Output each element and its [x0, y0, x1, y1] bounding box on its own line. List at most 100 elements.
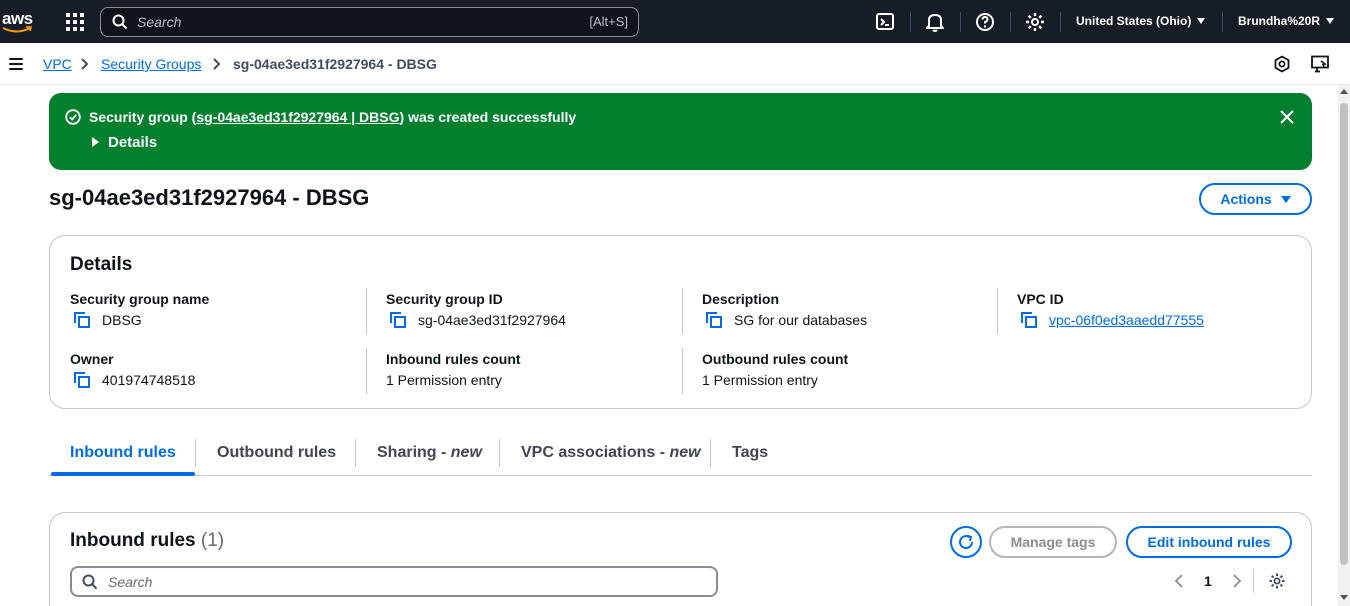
refresh-icon: [959, 534, 974, 550]
inbound-rules-title: Inbound rules: [70, 530, 196, 551]
cloudshell-icon[interactable]: [875, 11, 897, 33]
field-value: 401974748518: [102, 372, 196, 388]
help-icon[interactable]: [974, 11, 996, 33]
copy-icon[interactable]: [706, 312, 722, 328]
nav-divider: [960, 12, 961, 32]
caret-down-icon: [1280, 195, 1291, 203]
field-label: Security group name: [70, 291, 210, 307]
region-label: United States (Ohio): [1076, 14, 1192, 28]
actions-button-label: Actions: [1220, 191, 1272, 207]
column-divider: [366, 348, 367, 394]
new-badge: new: [669, 444, 701, 461]
gear-icon[interactable]: [1268, 572, 1286, 590]
field-label: VPC ID: [1017, 291, 1064, 307]
copy-icon[interactable]: [390, 312, 406, 328]
flash-message-prefix: Security group (: [89, 109, 197, 125]
actions-button[interactable]: Actions: [1199, 183, 1312, 215]
field-label: Inbound rules count: [386, 351, 521, 367]
details-heading: Details: [70, 254, 133, 275]
pager-divider: [1253, 569, 1254, 593]
hexagon-settings-icon[interactable]: [1273, 55, 1291, 73]
tab-sharing-label: Sharing -: [377, 444, 451, 461]
page-title: sg-04ae3ed31f2927964 - DBSG: [49, 185, 370, 210]
top-navigation: aws [Alt+S] United States (Oh: [0, 0, 1350, 43]
field-value: sg-04ae3ed31f2927964: [418, 312, 566, 328]
caret-right-icon: [92, 137, 99, 147]
copy-icon[interactable]: [1021, 312, 1037, 328]
column-divider: [682, 348, 683, 394]
breadcrumb-bar: VPC Security Groups sg-04ae3ed31f2927964…: [0, 43, 1350, 85]
tab-divider: [499, 439, 500, 467]
nav-divider: [1010, 12, 1011, 32]
column-divider: [682, 288, 683, 334]
tab-sharing[interactable]: Sharing - new: [377, 444, 482, 462]
flash-message: Security group (sg-04ae3ed31f2927964 | D…: [89, 109, 576, 125]
region-selector[interactable]: United States (Ohio): [1076, 14, 1206, 28]
tab-inbound-rules[interactable]: Inbound rules: [70, 444, 176, 462]
manage-tags-button[interactable]: Manage tags: [989, 526, 1117, 558]
services-grid-icon[interactable]: [66, 13, 84, 31]
account-name: Brundha%20R: [1238, 14, 1321, 28]
edit-inbound-rules-button[interactable]: Edit inbound rules: [1126, 526, 1292, 558]
scrollbar-thumb[interactable]: [1340, 103, 1348, 565]
breadcrumb-security-groups[interactable]: Security Groups: [101, 56, 201, 72]
field-inbound-count: Inbound rules count 1 Permission entry: [386, 351, 686, 388]
chevron-right-icon: [213, 58, 221, 70]
copy-icon[interactable]: [74, 372, 90, 388]
copy-icon[interactable]: [74, 312, 90, 328]
field-value: SG for our databases: [734, 312, 868, 328]
tab-vpc-associations[interactable]: VPC associations - new: [521, 444, 701, 462]
page-number[interactable]: 1: [1204, 573, 1212, 589]
tab-divider: [195, 439, 196, 467]
chevron-right-icon: [81, 58, 89, 70]
inbound-rules-count: (1): [200, 530, 225, 551]
flash-sg-link[interactable]: sg-04ae3ed31f2927964 | DBSG: [196, 109, 399, 125]
chevron-right-icon[interactable]: [1232, 574, 1242, 588]
feedback-icon[interactable]: [1311, 55, 1331, 73]
tab-divider: [710, 439, 711, 467]
nav-divider: [1060, 12, 1061, 32]
field-value: 1 Permission entry: [386, 372, 502, 388]
tab-tags[interactable]: Tags: [732, 444, 768, 462]
tab-divider: [355, 439, 356, 467]
search-shortcut-hint: [Alt+S]: [589, 14, 628, 29]
page-scrollbar[interactable]: [1338, 85, 1350, 606]
success-check-icon: [65, 109, 81, 125]
field-value: 1 Permission entry: [702, 372, 818, 388]
field-sg-id: Security group ID sg-04ae3ed31f2927964: [386, 291, 686, 328]
nav-divider: [1222, 12, 1223, 32]
tab-outbound-rules[interactable]: Outbound rules: [217, 444, 336, 462]
inbound-rules-search[interactable]: [70, 566, 718, 597]
bell-icon[interactable]: [924, 11, 946, 33]
chevron-left-icon[interactable]: [1174, 574, 1184, 588]
field-label: Owner: [70, 351, 114, 367]
field-outbound-count: Outbound rules count 1 Permission entry: [702, 351, 1002, 388]
aws-logo[interactable]: aws: [2, 6, 36, 36]
tab-vpc-associations-label: VPC associations -: [521, 444, 670, 461]
column-divider: [366, 288, 367, 334]
vpc-id-link[interactable]: vpc-06f0ed3aaedd77555: [1049, 312, 1204, 328]
field-vpc-id: VPC ID vpc-06f0ed3aaedd77555: [1017, 291, 1317, 328]
gear-icon[interactable]: [1024, 11, 1046, 33]
inbound-rules-panel: Inbound rules (1) Manage tags Edit inbou…: [49, 512, 1312, 606]
breadcrumb-vpc[interactable]: VPC: [43, 56, 72, 72]
inbound-rules-search-input[interactable]: [108, 573, 608, 591]
field-description: Description SG for our databases: [702, 291, 1002, 328]
account-menu[interactable]: Brundha%20R: [1238, 14, 1335, 28]
global-search-input[interactable]: [137, 13, 557, 31]
global-search[interactable]: [Alt+S]: [100, 7, 639, 37]
inbound-rules-heading: Inbound rules (1): [70, 530, 224, 552]
field-sg-name: Security group name DBSG: [70, 291, 370, 328]
scroll-down-arrow[interactable]: [1340, 595, 1348, 600]
scroll-up-arrow[interactable]: [1340, 89, 1348, 94]
nav-divider: [910, 12, 911, 32]
active-tab-indicator: [51, 472, 195, 476]
refresh-button[interactable]: [950, 526, 982, 558]
field-owner: Owner 401974748518: [70, 351, 370, 388]
field-value: DBSG: [102, 312, 142, 328]
field-label: Security group ID: [386, 291, 503, 307]
menu-icon[interactable]: [9, 58, 23, 73]
close-icon[interactable]: [1280, 110, 1294, 124]
flash-details-toggle[interactable]: Details: [92, 134, 157, 151]
search-icon: [82, 574, 98, 590]
